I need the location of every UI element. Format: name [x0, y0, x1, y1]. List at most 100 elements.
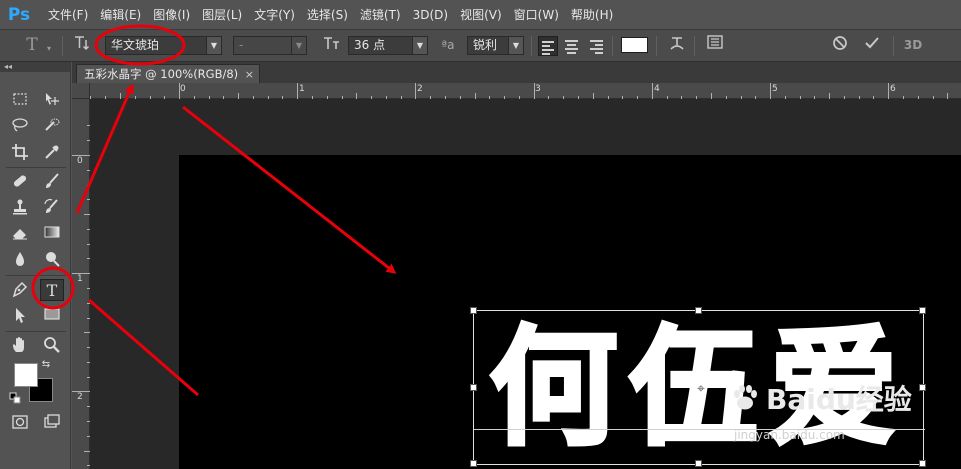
ruler-h-label: 1: [299, 84, 305, 94]
font-size-icon: [320, 34, 344, 56]
ruler-v-label: 2: [77, 392, 83, 402]
menu-view[interactable]: 视图(V): [460, 6, 502, 23]
menu-file[interactable]: 文件(F): [48, 6, 88, 23]
font-size-value: 36 点: [354, 38, 386, 52]
chevron-down-icon: ▼: [206, 37, 221, 54]
history-brush-tool-icon[interactable]: [40, 198, 64, 220]
tool-preset-icon[interactable]: T: [20, 34, 44, 56]
character-panel-icon[interactable]: [703, 34, 727, 56]
chevron-down-icon: ▼: [508, 37, 523, 54]
move-tool-icon[interactable]: [40, 91, 64, 113]
eraser-tool-icon[interactable]: [8, 224, 32, 246]
paw-logo-icon: [734, 385, 757, 410]
menu-layer[interactable]: 图层(L): [202, 6, 242, 23]
type-tool-icon[interactable]: T: [40, 279, 64, 301]
font-family-select[interactable]: 华文琥珀 ▼: [105, 36, 222, 55]
path-selection-tool-icon[interactable]: [8, 306, 32, 328]
dodge-tool-icon[interactable]: [40, 250, 64, 272]
menu-edit[interactable]: 编辑(E): [100, 6, 141, 23]
watermark-brand: Baidu经验: [766, 383, 912, 416]
menu-window[interactable]: 窗口(W): [514, 6, 559, 23]
options-bar: T ▾ 华文琥珀 ▼ - ▼ 36 点 ▼ ªa 锐利 ▼ 3D: [0, 30, 961, 62]
foreground-color-swatch[interactable]: [14, 363, 38, 387]
font-size-select[interactable]: 36 点 ▼: [348, 36, 428, 55]
antialias-value: 锐利: [473, 38, 498, 52]
vertical-ruler[interactable]: 0 1 2: [72, 99, 90, 469]
photoshop-window: Ps 文件(F) 编辑(E) 图像(I) 图层(L) 文字(Y) 选择(S) 滤…: [0, 0, 961, 469]
blur-tool-icon[interactable]: [8, 250, 32, 272]
transform-handle[interactable]: [695, 460, 702, 467]
crop-tool-icon[interactable]: [8, 143, 32, 165]
text-orientation-icon[interactable]: [70, 34, 94, 56]
zoom-tool-icon[interactable]: [40, 336, 64, 358]
font-style-select[interactable]: - ▼: [233, 36, 307, 55]
preset-chevron-icon[interactable]: ▾: [44, 38, 54, 53]
eyedropper-tool-icon[interactable]: [40, 143, 64, 165]
ruler-origin[interactable]: [72, 83, 90, 99]
transform-handle[interactable]: [470, 307, 477, 314]
rectangle-tool-icon[interactable]: [40, 306, 64, 328]
warp-text-icon[interactable]: [665, 34, 689, 56]
transform-handle[interactable]: [919, 307, 926, 314]
chevron-down-icon: ▼: [291, 37, 306, 54]
ps-logo: Ps: [7, 4, 31, 25]
menu-type[interactable]: 文字(Y): [254, 6, 295, 23]
separator: [531, 36, 532, 56]
separator: [694, 36, 695, 56]
menu-image[interactable]: 图像(I): [153, 6, 190, 23]
transform-handle[interactable]: [695, 307, 702, 314]
separator: [893, 36, 894, 56]
ruler-h-label: 2: [417, 84, 423, 94]
gradient-tool-icon[interactable]: [40, 224, 64, 246]
hand-tool-icon[interactable]: [8, 336, 32, 358]
align-right-button[interactable]: [586, 36, 606, 56]
swap-colors-icon[interactable]: ⇆: [38, 358, 54, 372]
panel-collapse-icon[interactable]: ◂◂: [0, 62, 70, 72]
font-style-value: -: [239, 38, 244, 52]
cancel-icon[interactable]: [829, 34, 851, 56]
ruler-h-label: 3: [535, 84, 541, 94]
document-tab-bar: 五彩水晶字 @ 100%(RGB/8) ×: [72, 62, 961, 83]
default-colors-icon[interactable]: [8, 392, 22, 406]
quick-selection-tool-icon[interactable]: [40, 117, 64, 139]
clone-stamp-tool-icon[interactable]: [8, 198, 32, 220]
quick-mask-icon[interactable]: [8, 414, 32, 436]
watermark: Baidu经验 jingyan.baidu.com: [726, 378, 956, 466]
menu-help[interactable]: 帮助(H): [571, 6, 613, 23]
antialias-icon: ªa: [441, 38, 455, 52]
ruler-h-label: 0: [180, 84, 186, 94]
brush-tool-icon[interactable]: [40, 172, 64, 194]
font-family-value: 华文琥珀: [111, 38, 160, 52]
watermark-url: jingyan.baidu.com: [734, 428, 845, 442]
close-icon[interactable]: ×: [245, 65, 254, 84]
align-left-button[interactable]: [538, 36, 558, 56]
text-color-swatch[interactable]: [621, 37, 648, 53]
reference-point-icon: ⌖: [697, 381, 705, 397]
separator: [656, 36, 657, 56]
separator: [62, 36, 63, 56]
separator: [612, 36, 613, 56]
antialias-select[interactable]: 锐利 ▼: [467, 36, 524, 55]
ruler-v-label: 1: [77, 274, 83, 284]
menu-select[interactable]: 选择(S): [307, 6, 348, 23]
marquee-tool-icon[interactable]: [8, 91, 32, 113]
screen-mode-icon[interactable]: [40, 414, 64, 436]
3d-button[interactable]: 3D: [900, 34, 926, 56]
ruler-h-label: 5: [772, 84, 778, 94]
chevron-down-icon: ▼: [412, 37, 427, 54]
horizontal-ruler[interactable]: 0 1 2 3 4 5 6: [90, 83, 961, 99]
ruler-v-label: 0: [77, 156, 83, 166]
lasso-tool-icon[interactable]: [8, 117, 32, 139]
healing-brush-tool-icon[interactable]: [8, 172, 32, 194]
menu-filter[interactable]: 滤镜(T): [360, 6, 401, 23]
menu-3d[interactable]: 3D(D): [413, 8, 448, 22]
transform-handle[interactable]: [470, 460, 477, 467]
menu-bar: Ps 文件(F) 编辑(E) 图像(I) 图层(L) 文字(Y) 选择(S) 滤…: [0, 0, 961, 30]
transform-handle[interactable]: [470, 384, 477, 391]
align-center-button[interactable]: [562, 36, 582, 56]
document-tab[interactable]: 五彩水晶字 @ 100%(RGB/8) ×: [76, 64, 260, 83]
pen-tool-icon[interactable]: [8, 280, 32, 302]
tools-panel: ◂◂ T ⇆: [0, 62, 71, 469]
commit-check-icon[interactable]: [861, 34, 883, 56]
ruler-h-label: 6: [890, 84, 896, 94]
